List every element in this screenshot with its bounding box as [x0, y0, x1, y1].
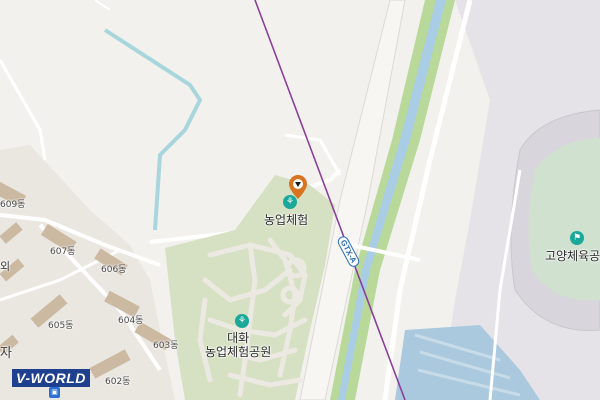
upper-road-2	[94, 0, 111, 11]
stream	[103, 28, 203, 231]
poi-label-park[interactable]: 대화 농업체험공원	[205, 331, 271, 359]
map-canvas[interactable]: ⚘ 농업체험 ⚘ 대화 농업체험공원 ⚑ 고양체육공 GTX-A 609동 60…	[0, 0, 600, 400]
building-label-605: 605동	[48, 321, 74, 331]
poi-label-farm[interactable]: 농업체험	[264, 211, 308, 228]
poi-label-stadium[interactable]: 고양체육공	[545, 247, 600, 264]
edge-label-top-left: 외	[0, 260, 11, 273]
building-label-604: 604동	[118, 316, 144, 326]
building-label-603: 603동	[153, 341, 179, 351]
vworld-logo: V-WORLD	[12, 369, 90, 387]
building-label-606: 606동	[101, 265, 127, 275]
edge-label-left: 자	[0, 346, 12, 361]
bus-stop-icon[interactable]: ▣	[49, 387, 60, 398]
residential-area	[0, 145, 175, 400]
farm-icon[interactable]: ⚘	[283, 195, 297, 209]
stadium-icon[interactable]: ⚑	[570, 231, 584, 245]
park-icon[interactable]: ⚘	[235, 314, 249, 328]
upper-road-1	[0, 59, 47, 161]
building-label-602: 602동	[105, 377, 131, 387]
building-label-609: 609동	[0, 200, 26, 210]
building-label-607: 607동	[50, 247, 76, 257]
